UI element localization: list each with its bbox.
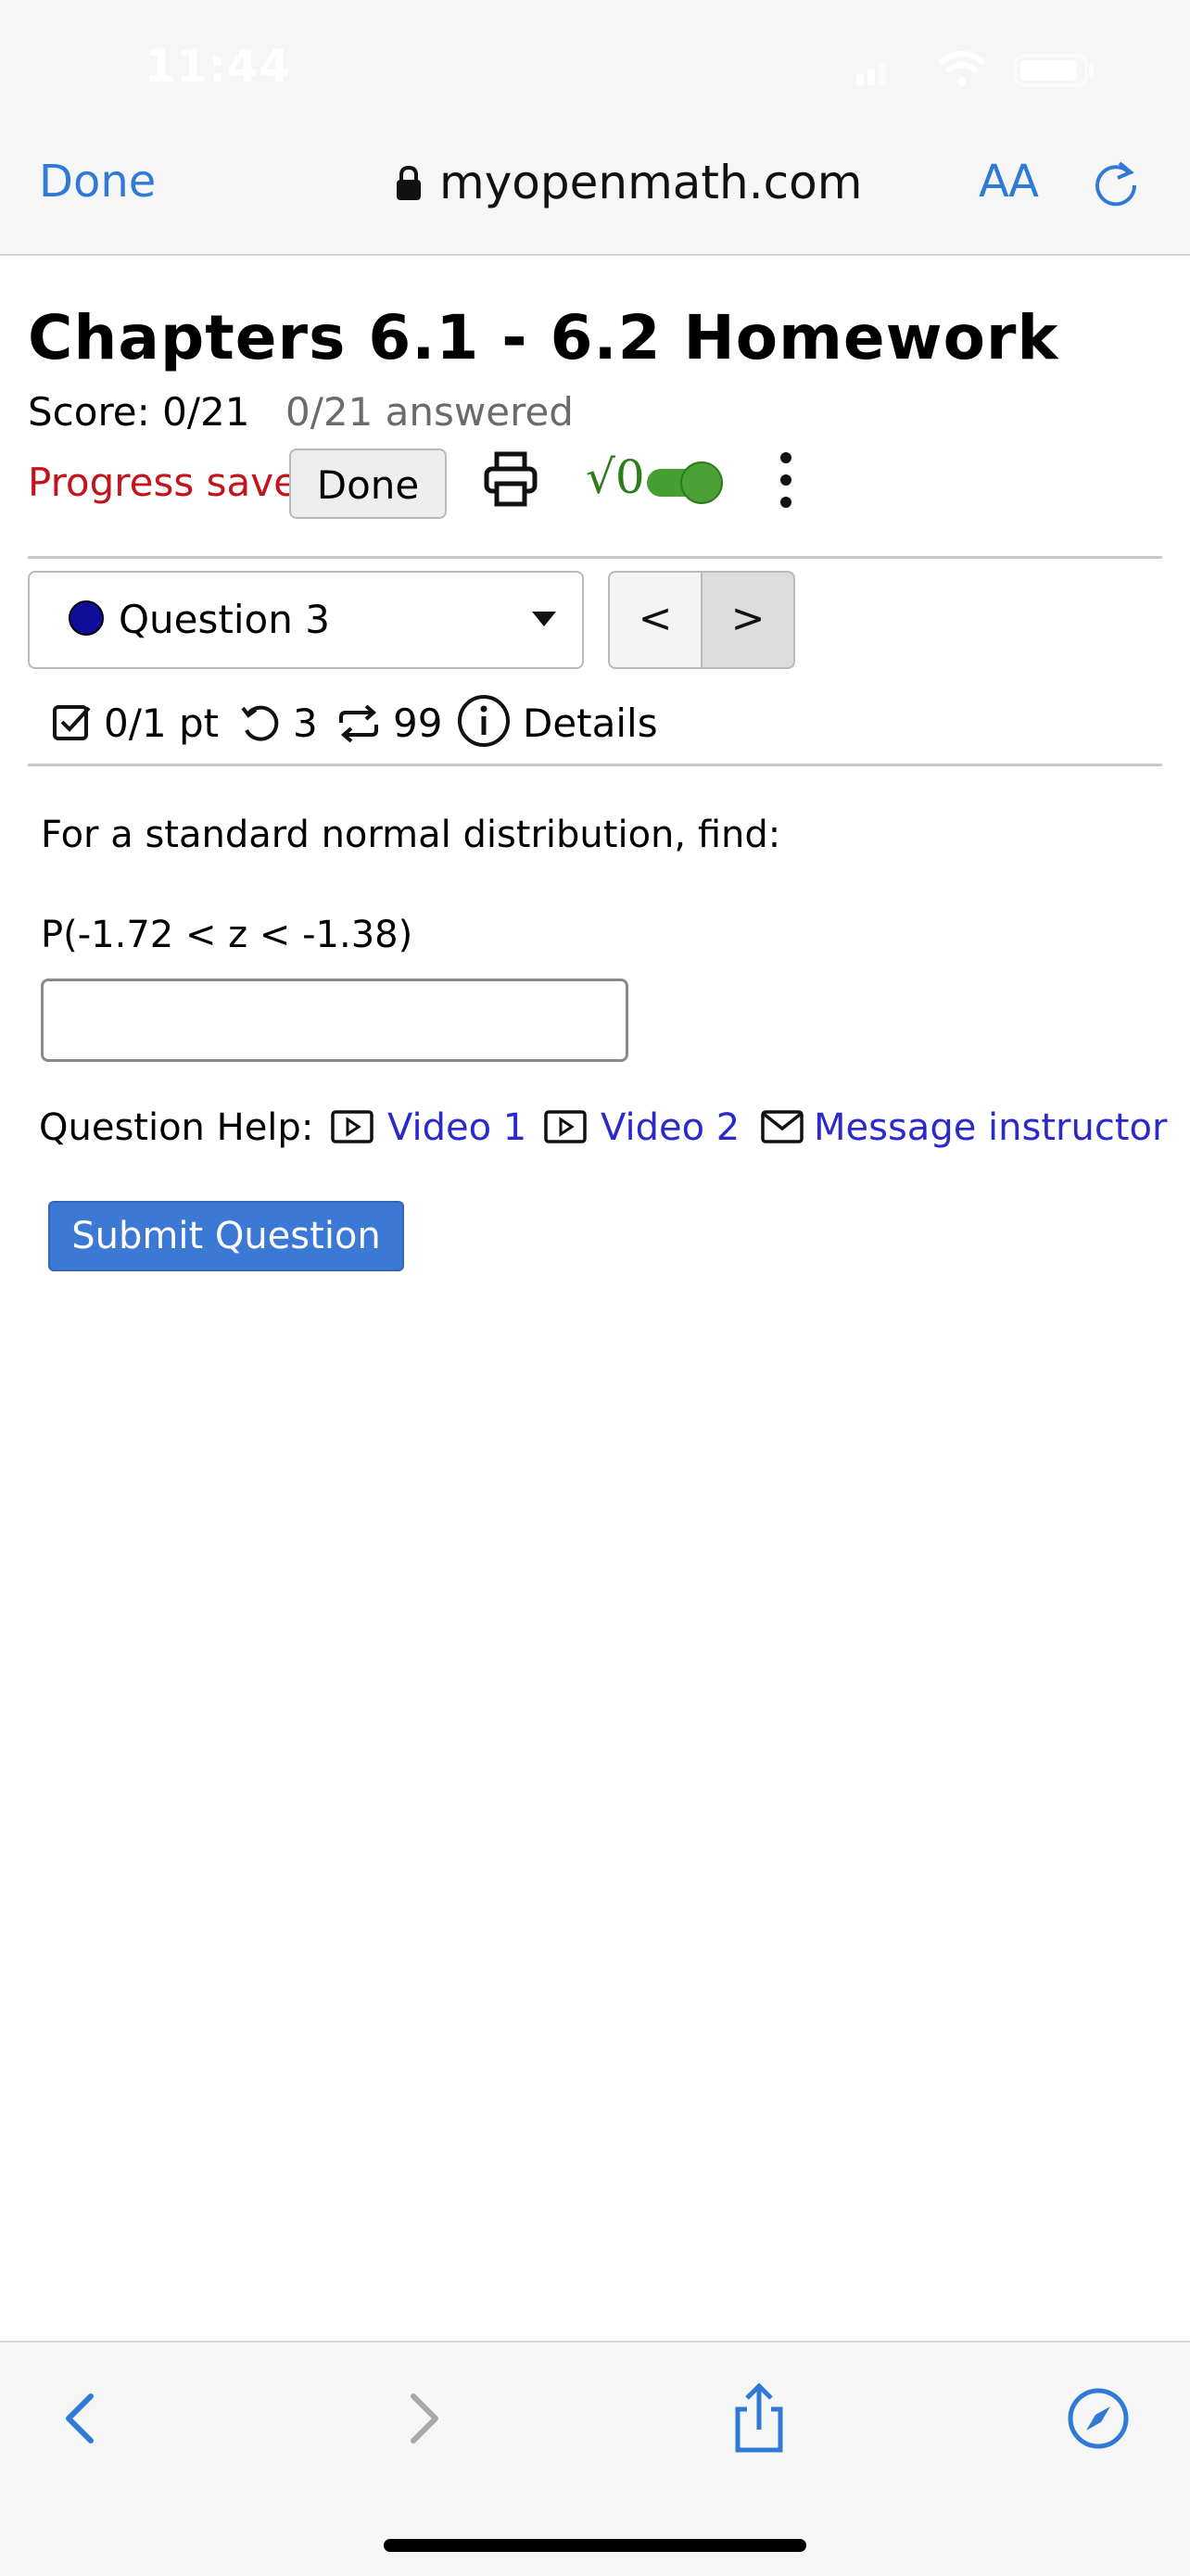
previous-question-button[interactable]: < <box>608 571 703 669</box>
video-icon[interactable] <box>543 1108 588 1145</box>
page-title: Chapters 6.1 - 6.2 Homework <box>28 302 1059 373</box>
divider <box>28 556 1162 559</box>
video-icon[interactable] <box>330 1108 374 1145</box>
message-instructor-link[interactable]: Message instructor <box>814 1106 1167 1149</box>
score-text: Score: 0/21 <box>28 389 250 435</box>
url-field[interactable]: myopenmath.com <box>439 156 862 209</box>
checkbox-points-icon <box>53 705 91 740</box>
retry-icon <box>241 705 279 741</box>
progress-status: Progress saved <box>28 460 323 505</box>
share-icon[interactable] <box>727 2381 791 2456</box>
question-expression: P(-1.72 < z < -1.38) <box>41 914 413 956</box>
retries-count: 3 <box>293 701 318 746</box>
dropdown-caret-icon <box>532 612 556 626</box>
next-question-button[interactable]: > <box>701 571 795 669</box>
battery-icon <box>1014 54 1094 87</box>
text-size-button[interactable]: AA <box>979 156 1039 208</box>
repeat-icon <box>339 704 378 743</box>
info-icon[interactable] <box>456 693 512 749</box>
toggle-knob <box>680 461 723 504</box>
more-options-icon[interactable] <box>780 452 793 511</box>
chevron-left-icon: < <box>638 595 673 642</box>
print-icon[interactable] <box>482 450 539 508</box>
forward-icon[interactable] <box>391 2381 456 2456</box>
question-prompt: For a standard normal distribution, find… <box>41 814 781 856</box>
chevron-right-icon: > <box>730 595 766 642</box>
wifi-icon <box>938 51 986 86</box>
status-time: 11:44 <box>145 41 291 93</box>
attempts-count: 99 <box>393 701 443 746</box>
points-text: 0/1 pt <box>104 701 220 746</box>
details-link[interactable]: Details <box>523 701 658 746</box>
submit-question-button[interactable]: Submit Question <box>48 1201 404 1271</box>
compass-icon[interactable] <box>1066 2381 1131 2456</box>
mail-icon[interactable] <box>760 1108 804 1145</box>
lock-icon <box>397 165 421 200</box>
question-status-dot <box>69 600 104 636</box>
video-1-link[interactable]: Video 1 <box>387 1106 526 1149</box>
text-size-label: AA <box>979 156 1039 208</box>
math-entry-toggle[interactable] <box>647 461 727 504</box>
browser-done-button[interactable]: Done <box>39 156 156 208</box>
answer-input[interactable] <box>41 979 628 1062</box>
divider <box>28 764 1162 766</box>
back-icon[interactable] <box>48 2381 113 2456</box>
video-2-link[interactable]: Video 2 <box>601 1106 740 1149</box>
question-help-label: Question Help: <box>39 1106 314 1149</box>
home-indicator <box>384 2539 806 2552</box>
done-button[interactable]: Done <box>289 448 447 519</box>
math-entry-label: √0 <box>586 450 645 504</box>
cellular-signal-icon <box>856 63 886 85</box>
answered-count: 0/21 answered <box>285 389 574 435</box>
reload-icon[interactable] <box>1092 158 1142 213</box>
question-select-label: Question 3 <box>119 597 330 642</box>
